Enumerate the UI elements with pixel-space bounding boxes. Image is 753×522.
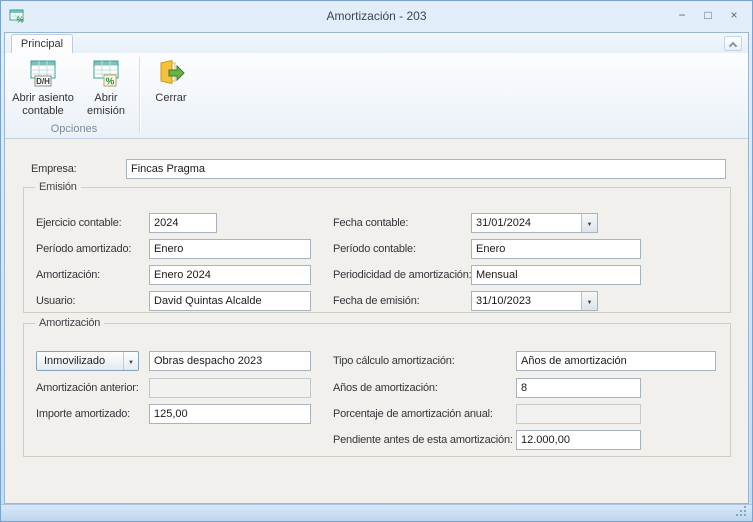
abrir-asiento-contable-button[interactable]: D/H Abrir asiento contable bbox=[11, 57, 75, 123]
close-button[interactable]: × bbox=[726, 7, 742, 23]
fecha-contable-label: Fecha contable: bbox=[333, 213, 408, 233]
periodicidad-field[interactable]: Mensual bbox=[471, 265, 641, 285]
amortizacion-anterior-field[interactable] bbox=[149, 378, 311, 398]
inmovilizado-selector-button[interactable]: Inmovilizado ▼ bbox=[36, 351, 139, 371]
window: % Amortización - 203 − □ × Principal bbox=[0, 0, 753, 522]
ejercicio-contable-label: Ejercicio contable: bbox=[36, 213, 121, 233]
pendiente-field[interactable]: 12.000,00 bbox=[516, 430, 641, 450]
anos-amortizacion-field[interactable]: 8 bbox=[516, 378, 641, 398]
svg-text:%: % bbox=[106, 77, 115, 88]
titlebar[interactable]: % Amortización - 203 − □ × bbox=[1, 1, 752, 32]
amortizacion-anterior-label: Amortización anterior: bbox=[36, 378, 139, 398]
amortizacion-field[interactable]: Enero 2024 bbox=[149, 265, 311, 285]
fecha-contable-field[interactable]: 31/01/2024 ▼ bbox=[471, 213, 598, 233]
ribbon-collapse-button[interactable] bbox=[724, 36, 742, 51]
status-bar bbox=[1, 504, 752, 521]
emission-grid-icon: % bbox=[91, 58, 121, 90]
ribbon-separator bbox=[139, 57, 140, 133]
anos-amortizacion-label: Años de amortización: bbox=[333, 378, 438, 398]
window-controls: − □ × bbox=[674, 7, 742, 23]
porcentaje-anual-label: Porcentaje de amortización anual: bbox=[333, 404, 493, 424]
maximize-button[interactable]: □ bbox=[700, 7, 716, 23]
fecha-emision-field[interactable]: 31/10/2023 ▼ bbox=[471, 291, 598, 311]
amortizacion-group-title: Amortización bbox=[35, 317, 104, 330]
tipo-calculo-field[interactable]: Años de amortización bbox=[516, 351, 716, 371]
fecha-emision-label: Fecha de emisión: bbox=[333, 291, 419, 311]
cerrar-button[interactable]: Cerrar bbox=[147, 57, 195, 123]
fecha-contable-value: 31/01/2024 bbox=[472, 214, 581, 232]
fecha-emision-value: 31/10/2023 bbox=[472, 292, 581, 310]
empresa-field[interactable]: Fincas Pragma bbox=[126, 159, 726, 179]
periodo-amortizado-field[interactable]: Enero bbox=[149, 239, 311, 259]
empresa-label: Empresa: bbox=[31, 159, 76, 179]
minimize-button[interactable]: − bbox=[674, 7, 690, 23]
ribbon-button-label: Abrir asiento contable bbox=[11, 92, 75, 118]
journal-grid-icon: D/H bbox=[28, 58, 58, 90]
usuario-label: Usuario: bbox=[36, 291, 75, 311]
close-exit-icon bbox=[156, 58, 186, 90]
window-title: Amortización - 203 bbox=[1, 9, 752, 23]
periodicidad-label: Periodicidad de amortización: bbox=[333, 265, 472, 285]
importe-amortizado-field[interactable]: 125,00 bbox=[149, 404, 311, 424]
ejercicio-contable-field[interactable]: 2024 bbox=[149, 213, 217, 233]
dropdown-arrow-icon[interactable]: ▼ bbox=[581, 214, 597, 232]
ribbon-button-label: Cerrar bbox=[147, 92, 195, 105]
chevron-up-icon bbox=[729, 42, 737, 50]
usuario-field[interactable]: David Quintas Alcalde bbox=[149, 291, 311, 311]
ribbon-tab-row: Principal bbox=[5, 33, 748, 53]
tipo-calculo-label: Tipo cálculo amortización: bbox=[333, 351, 455, 371]
ribbon-button-label: Abrir emisión bbox=[79, 92, 133, 118]
porcentaje-anual-field[interactable] bbox=[516, 404, 641, 424]
svg-text:D/H: D/H bbox=[36, 77, 50, 86]
ribbon: D/H Abrir asiento contable % Abrir emisi… bbox=[5, 53, 748, 139]
resize-grip[interactable] bbox=[736, 506, 748, 518]
dropdown-arrow-icon: ▼ bbox=[123, 352, 138, 370]
tab-principal[interactable]: Principal bbox=[11, 34, 73, 53]
ribbon-group-label: Opciones bbox=[11, 123, 137, 135]
emision-group-title: Emisión bbox=[35, 181, 81, 194]
dropdown-arrow-icon[interactable]: ▼ bbox=[581, 292, 597, 310]
importe-amortizado-label: Importe amortizado: bbox=[36, 404, 130, 424]
abrir-emision-button[interactable]: % Abrir emisión bbox=[79, 57, 133, 123]
periodo-contable-label: Período contable: bbox=[333, 239, 416, 259]
periodo-contable-field[interactable]: Enero bbox=[471, 239, 641, 259]
inmovilizado-selector-label: Inmovilizado bbox=[37, 352, 123, 370]
pendiente-label: Pendiente antes de esta amortización: bbox=[333, 430, 513, 450]
periodo-amortizado-label: Período amortizado: bbox=[36, 239, 131, 259]
amortizacion-label: Amortización: bbox=[36, 265, 100, 285]
inmovilizado-field[interactable]: Obras despacho 2023 bbox=[149, 351, 311, 371]
